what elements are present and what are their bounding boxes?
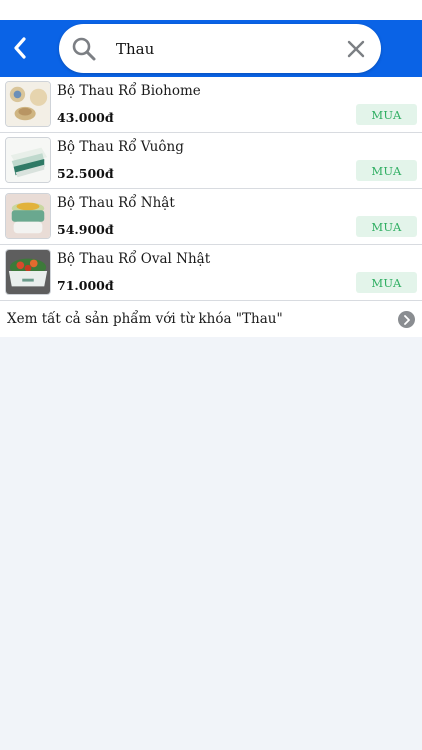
buy-button[interactable]: MUA xyxy=(356,272,417,293)
result-row[interactable]: Bộ Thau Rổ Nhật 54.900đ MUA xyxy=(0,189,422,245)
product-price: 71.000đ xyxy=(57,278,114,293)
search-results-list: Bộ Thau Rổ Biohome 43.000đ MUA Bộ Thau R… xyxy=(0,77,422,337)
buy-button[interactable]: MUA xyxy=(356,160,417,181)
search-input[interactable] xyxy=(116,36,336,62)
product-name[interactable]: Bộ Thau Rổ Vuông xyxy=(57,139,184,155)
product-thumbnail[interactable] xyxy=(5,193,51,239)
search-icon xyxy=(72,37,96,61)
product-thumbnail[interactable] xyxy=(5,81,51,127)
product-price: 43.000đ xyxy=(57,110,114,125)
product-price: 54.900đ xyxy=(57,222,114,237)
chevron-left-icon xyxy=(14,37,26,59)
buy-button[interactable]: MUA xyxy=(356,104,417,125)
status-bar xyxy=(0,0,422,20)
buy-button[interactable]: MUA xyxy=(356,216,417,237)
chevron-right-circle-icon xyxy=(398,311,415,328)
result-row[interactable]: Bộ Thau Rổ Vuông 52.500đ MUA xyxy=(0,133,422,189)
search-box xyxy=(59,24,381,73)
result-row[interactable]: Bộ Thau Rổ Oval Nhật 71.000đ MUA xyxy=(0,245,422,301)
product-thumbnail[interactable] xyxy=(5,137,51,183)
product-name[interactable]: Bộ Thau Rổ Oval Nhật xyxy=(57,251,210,267)
view-all-results-link[interactable]: Xem tất cả sản phẩm với từ khóa "Thau" xyxy=(0,301,422,337)
back-button[interactable] xyxy=(8,34,32,62)
view-all-label: Xem tất cả sản phẩm với từ khóa "Thau" xyxy=(7,311,283,327)
product-price: 52.500đ xyxy=(57,166,114,181)
header-bar xyxy=(0,20,422,77)
result-row[interactable]: Bộ Thau Rổ Biohome 43.000đ MUA xyxy=(0,77,422,133)
product-name[interactable]: Bộ Thau Rổ Nhật xyxy=(57,195,175,211)
product-name[interactable]: Bộ Thau Rổ Biohome xyxy=(57,83,201,99)
product-thumbnail[interactable] xyxy=(5,249,51,295)
close-icon[interactable] xyxy=(345,38,367,60)
